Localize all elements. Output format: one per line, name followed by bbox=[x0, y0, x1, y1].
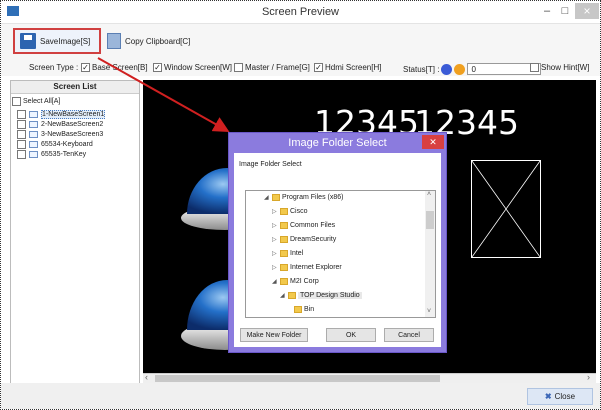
folder-item[interactable]: ▷ Internet Explorer bbox=[272, 264, 342, 271]
base-screen-checkbox[interactable]: Base Screen[B] bbox=[81, 63, 148, 72]
copy-clipboard-label: Copy Clipboard[C] bbox=[125, 36, 191, 46]
dialog-prompt: Image Folder Select bbox=[239, 161, 302, 168]
dialog-title: Image Folder Select bbox=[288, 137, 387, 149]
hdmi-screen-checkbox[interactable]: Hdmi Screen[H] bbox=[314, 63, 381, 72]
close-window-button[interactable]: × bbox=[575, 3, 599, 19]
folder-icon bbox=[280, 250, 288, 257]
checkbox-checked[interactable] bbox=[153, 63, 162, 72]
expand-arrow-icon[interactable]: ◢ bbox=[264, 194, 270, 201]
checkbox-unchecked[interactable] bbox=[530, 63, 539, 72]
checkbox-unchecked[interactable] bbox=[12, 97, 21, 106]
save-image-label: SaveImage[S] bbox=[40, 36, 91, 46]
collapse-arrow-icon[interactable]: ▷ bbox=[272, 236, 278, 243]
footer-bar: ✖ Close bbox=[1, 383, 600, 409]
folder-item-selected[interactable]: ◢ TOP Design Studio bbox=[280, 292, 362, 299]
maximize-button[interactable]: □ bbox=[557, 3, 573, 19]
show-hint-checkbox[interactable]: Show Hint[W] bbox=[530, 63, 589, 72]
folder-icon bbox=[288, 292, 296, 299]
screen-list-item[interactable]: 3-NewBaseScreen3 bbox=[11, 129, 139, 139]
checkbox-unchecked[interactable] bbox=[17, 119, 26, 129]
toolbar: SaveImage[S] Copy Clipboard[C] bbox=[1, 24, 600, 60]
window-title: Screen Preview bbox=[261, 6, 340, 18]
collapse-arrow-icon[interactable]: ▷ bbox=[272, 264, 278, 271]
window-screen-checkbox[interactable]: Window Screen[W] bbox=[153, 63, 232, 72]
dialog-body: Image Folder Select ◢ Program Files (x86… bbox=[234, 153, 441, 347]
checkbox-unchecked[interactable] bbox=[17, 129, 26, 139]
scroll-left-icon[interactable]: ‹ bbox=[145, 372, 148, 382]
options-bar: Screen Type : Base Screen[B] Window Scre… bbox=[1, 60, 600, 76]
folder-icon bbox=[280, 222, 288, 229]
dialog-close-button[interactable]: ✕ bbox=[422, 135, 444, 149]
folder-icon bbox=[280, 264, 288, 271]
collapse-arrow-icon[interactable]: ▷ bbox=[272, 208, 278, 215]
screen-list-item[interactable]: 65534-Keyboard bbox=[11, 139, 139, 149]
minimize-button[interactable]: – bbox=[539, 3, 555, 19]
screen-list-header: Screen List bbox=[11, 81, 139, 94]
status-control: Status[T] : 0 ⌄ bbox=[403, 63, 542, 75]
checkbox-unchecked[interactable] bbox=[234, 63, 243, 72]
folder-item[interactable]: ▷ Common Files bbox=[272, 222, 335, 229]
checkbox-checked[interactable] bbox=[314, 63, 323, 72]
screen-icon bbox=[29, 140, 38, 148]
folder-item[interactable]: Bin bbox=[294, 306, 314, 313]
screen-type-label: Screen Type : bbox=[29, 63, 79, 72]
scroll-right-icon[interactable]: › bbox=[587, 372, 590, 382]
close-icon: ✖ bbox=[544, 392, 552, 401]
screen-icon bbox=[29, 120, 38, 128]
placeholder-image-box bbox=[471, 160, 541, 258]
screen-icon bbox=[29, 130, 38, 138]
screen-list-panel: Screen List Select All[A] 1-NewBaseScree… bbox=[10, 80, 140, 384]
folder-tree[interactable]: ◢ Program Files (x86) ▷ Cisco ▷ Common F… bbox=[245, 190, 436, 318]
cancel-button[interactable]: Cancel bbox=[384, 328, 434, 342]
floppy-disk-icon bbox=[20, 33, 36, 49]
folder-icon bbox=[280, 208, 288, 215]
scroll-down-icon[interactable]: ˅ bbox=[427, 308, 431, 315]
folder-item[interactable]: ▷ DreamSecurity bbox=[272, 236, 336, 243]
expand-arrow-icon[interactable]: ◢ bbox=[272, 278, 278, 285]
screen-icon bbox=[29, 150, 38, 158]
checkbox-checked[interactable] bbox=[81, 63, 90, 72]
scroll-up-icon[interactable]: ˄ bbox=[427, 191, 431, 198]
status-orange-icon[interactable] bbox=[454, 63, 466, 75]
crossed-box-icon bbox=[471, 160, 541, 258]
folder-icon bbox=[280, 236, 288, 243]
folder-icon bbox=[294, 306, 302, 313]
make-new-folder-button[interactable]: Make New Folder bbox=[240, 328, 308, 342]
screen-list-item[interactable]: 65535-TenKey bbox=[11, 149, 139, 159]
scroll-thumb[interactable] bbox=[155, 375, 440, 382]
save-image-button[interactable]: SaveImage[S] bbox=[13, 28, 101, 54]
folder-item[interactable]: ▷ Intel bbox=[272, 250, 303, 257]
collapse-arrow-icon[interactable]: ▷ bbox=[272, 222, 278, 229]
checkbox-unchecked[interactable] bbox=[17, 149, 26, 159]
expand-arrow-icon[interactable]: ◢ bbox=[280, 292, 286, 299]
folder-item[interactable]: ▷ Cisco bbox=[272, 208, 308, 215]
folder-icon bbox=[272, 194, 280, 201]
collapse-arrow-icon[interactable]: ▷ bbox=[272, 250, 278, 257]
folder-tree-scrollbar[interactable]: ˄ ˅ bbox=[425, 191, 435, 317]
checkbox-unchecked[interactable] bbox=[17, 139, 26, 149]
copy-clipboard-button[interactable]: Copy Clipboard[C] bbox=[105, 28, 195, 54]
folder-item[interactable]: ◢ Program Files (x86) bbox=[264, 194, 343, 201]
scroll-thumb[interactable] bbox=[426, 211, 434, 229]
title-bar: Screen Preview – □ × bbox=[1, 1, 600, 24]
folder-item[interactable]: ◢ M2I Corp bbox=[272, 278, 319, 285]
select-all-checkbox[interactable]: Select All[A] bbox=[11, 94, 139, 109]
checkbox-unchecked[interactable] bbox=[17, 109, 26, 119]
status-blue-icon[interactable] bbox=[441, 63, 453, 75]
image-folder-select-dialog: Image Folder Select ✕ Image Folder Selec… bbox=[228, 132, 447, 353]
ok-button[interactable]: OK bbox=[326, 328, 376, 342]
screen-list-item[interactable]: 1-NewBaseScreen1 bbox=[11, 109, 139, 119]
clipboard-icon bbox=[107, 33, 121, 49]
folder-icon bbox=[280, 278, 288, 285]
master-frame-checkbox[interactable]: Master / Frame[G] bbox=[234, 63, 310, 72]
horizontal-scrollbar[interactable]: ‹ › bbox=[143, 372, 596, 383]
screen-list-item[interactable]: 2-NewBaseScreen2 bbox=[11, 119, 139, 129]
close-button[interactable]: ✖ Close bbox=[527, 388, 593, 405]
screen-icon bbox=[29, 110, 38, 118]
